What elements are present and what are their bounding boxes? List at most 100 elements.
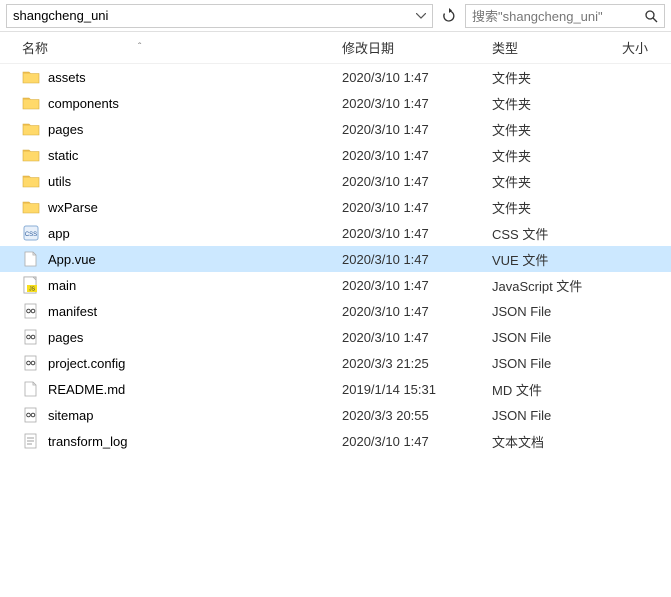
js-icon: JS — [22, 276, 40, 294]
cell-date: 2020/3/10 1:47 — [342, 434, 492, 449]
refresh-button[interactable] — [437, 4, 461, 28]
file-row[interactable]: pages 2020/3/10 1:47JSON File — [0, 324, 671, 350]
cell-date: 2020/3/3 20:55 — [342, 408, 492, 423]
cell-name: manifest — [22, 302, 342, 320]
file-row[interactable]: project.config 2020/3/3 21:25JSON File — [0, 350, 671, 376]
cell-name: project.config — [22, 354, 342, 372]
css-icon: CSS — [22, 224, 40, 242]
folder-icon — [22, 94, 40, 112]
header-date[interactable]: 修改日期 — [342, 38, 492, 57]
file-name: utils — [48, 174, 71, 189]
file-row[interactable]: static2020/3/10 1:47文件夹 — [0, 142, 671, 168]
svg-text:CSS: CSS — [25, 232, 37, 238]
file-name: README.md — [48, 382, 125, 397]
file-row[interactable]: transform_log2020/3/10 1:47文本文档 — [0, 428, 671, 454]
file-row[interactable]: pages 2020/3/10 1:47文件夹 — [0, 116, 671, 142]
cell-name: pages — [22, 328, 342, 346]
file-name: wxParse — [48, 200, 98, 215]
cell-name: transform_log — [22, 432, 342, 450]
file-name: assets — [48, 70, 86, 85]
file-row[interactable]: README.md 2019/1/14 15:31MD 文件 — [0, 376, 671, 402]
json-icon — [22, 302, 40, 320]
cell-type: JSON File — [492, 408, 622, 423]
cell-date: 2020/3/10 1:47 — [342, 304, 492, 319]
cell-type: 文件夹 — [492, 120, 622, 139]
file-row[interactable]: assets 2020/3/10 1:47文件夹 — [0, 64, 671, 90]
cell-date: 2020/3/10 1:47 — [342, 70, 492, 85]
cell-type: JavaScript 文件 — [492, 276, 622, 295]
file-icon — [22, 250, 40, 268]
file-name: transform_log — [48, 434, 127, 449]
chevron-down-icon[interactable] — [416, 13, 426, 19]
cell-name: CSS app — [22, 224, 342, 242]
cell-date: 2020/3/3 21:25 — [342, 356, 492, 371]
cell-type: JSON File — [492, 304, 622, 319]
cell-name: README.md — [22, 380, 342, 398]
header-size-label: 大小 — [622, 41, 648, 56]
file-name: pages — [48, 122, 83, 137]
cell-date: 2020/3/10 1:47 — [342, 122, 492, 137]
header-type-label: 类型 — [492, 41, 518, 56]
header-name-label: 名称 — [22, 38, 48, 57]
search-input[interactable]: 搜索"shangcheng_uni" — [465, 4, 665, 28]
cell-date: 2020/3/10 1:47 — [342, 278, 492, 293]
json-icon — [22, 406, 40, 424]
header-size[interactable]: 大小 — [622, 38, 671, 57]
file-row[interactable]: App.vue 2020/3/10 1:47VUE 文件 — [0, 246, 671, 272]
cell-type: JSON File — [492, 330, 622, 345]
cell-type: 文件夹 — [492, 198, 622, 217]
file-name: sitemap — [48, 408, 94, 423]
cell-date: 2019/1/14 15:31 — [342, 382, 492, 397]
file-name: pages — [48, 330, 83, 345]
file-icon — [22, 380, 40, 398]
file-row[interactable]: CSS app 2020/3/10 1:47CSS 文件 — [0, 220, 671, 246]
header-name[interactable]: 名称 ˆ — [22, 38, 342, 57]
cell-date: 2020/3/10 1:47 — [342, 330, 492, 345]
json-icon — [22, 328, 40, 346]
cell-name: wxParse — [22, 198, 342, 216]
cell-name: sitemap — [22, 406, 342, 424]
toolbar: shangcheng_uni 搜索"shangcheng_uni" — [0, 0, 671, 32]
cell-type: VUE 文件 — [492, 250, 622, 269]
search-icon — [644, 9, 658, 23]
file-row[interactable]: utils2020/3/10 1:47文件夹 — [0, 168, 671, 194]
cell-type: 文件夹 — [492, 68, 622, 87]
file-name: components — [48, 96, 119, 111]
folder-icon — [22, 198, 40, 216]
file-name: static — [48, 148, 78, 163]
cell-date: 2020/3/10 1:47 — [342, 252, 492, 267]
svg-text:JS: JS — [29, 287, 36, 293]
address-bar-text: shangcheng_uni — [13, 8, 416, 23]
header-type[interactable]: 类型 — [492, 38, 622, 57]
cell-date: 2020/3/10 1:47 — [342, 200, 492, 215]
file-row[interactable]: JS main 2020/3/10 1:47JavaScript 文件 — [0, 272, 671, 298]
cell-type: JSON File — [492, 356, 622, 371]
address-bar[interactable]: shangcheng_uni — [6, 4, 433, 28]
file-list: assets2020/3/10 1:47文件夹components2020/3/… — [0, 64, 671, 454]
column-headers: 名称 ˆ 修改日期 类型 大小 — [0, 32, 671, 64]
cell-date: 2020/3/10 1:47 — [342, 226, 492, 241]
cell-date: 2020/3/10 1:47 — [342, 174, 492, 189]
file-name: app — [48, 226, 70, 241]
cell-type: MD 文件 — [492, 380, 622, 399]
header-date-label: 修改日期 — [342, 41, 394, 56]
file-row[interactable]: manifest 2020/3/10 1:47JSON File — [0, 298, 671, 324]
cell-name: static — [22, 146, 342, 164]
file-name: App.vue — [48, 252, 96, 267]
json-icon — [22, 354, 40, 372]
file-name: manifest — [48, 304, 97, 319]
cell-name: utils — [22, 172, 342, 190]
cell-name: pages — [22, 120, 342, 138]
cell-type: CSS 文件 — [492, 224, 622, 243]
cell-name: assets — [22, 68, 342, 86]
file-row[interactable]: wxParse 2020/3/10 1:47文件夹 — [0, 194, 671, 220]
search-placeholder: 搜索"shangcheng_uni" — [472, 6, 638, 25]
file-row[interactable]: components2020/3/10 1:47文件夹 — [0, 90, 671, 116]
cell-date: 2020/3/10 1:47 — [342, 96, 492, 111]
file-name: project.config — [48, 356, 125, 371]
cell-name: JS main — [22, 276, 342, 294]
file-name: main — [48, 278, 76, 293]
file-row[interactable]: sitemap 2020/3/3 20:55JSON File — [0, 402, 671, 428]
folder-icon — [22, 68, 40, 86]
text-icon — [22, 432, 40, 450]
